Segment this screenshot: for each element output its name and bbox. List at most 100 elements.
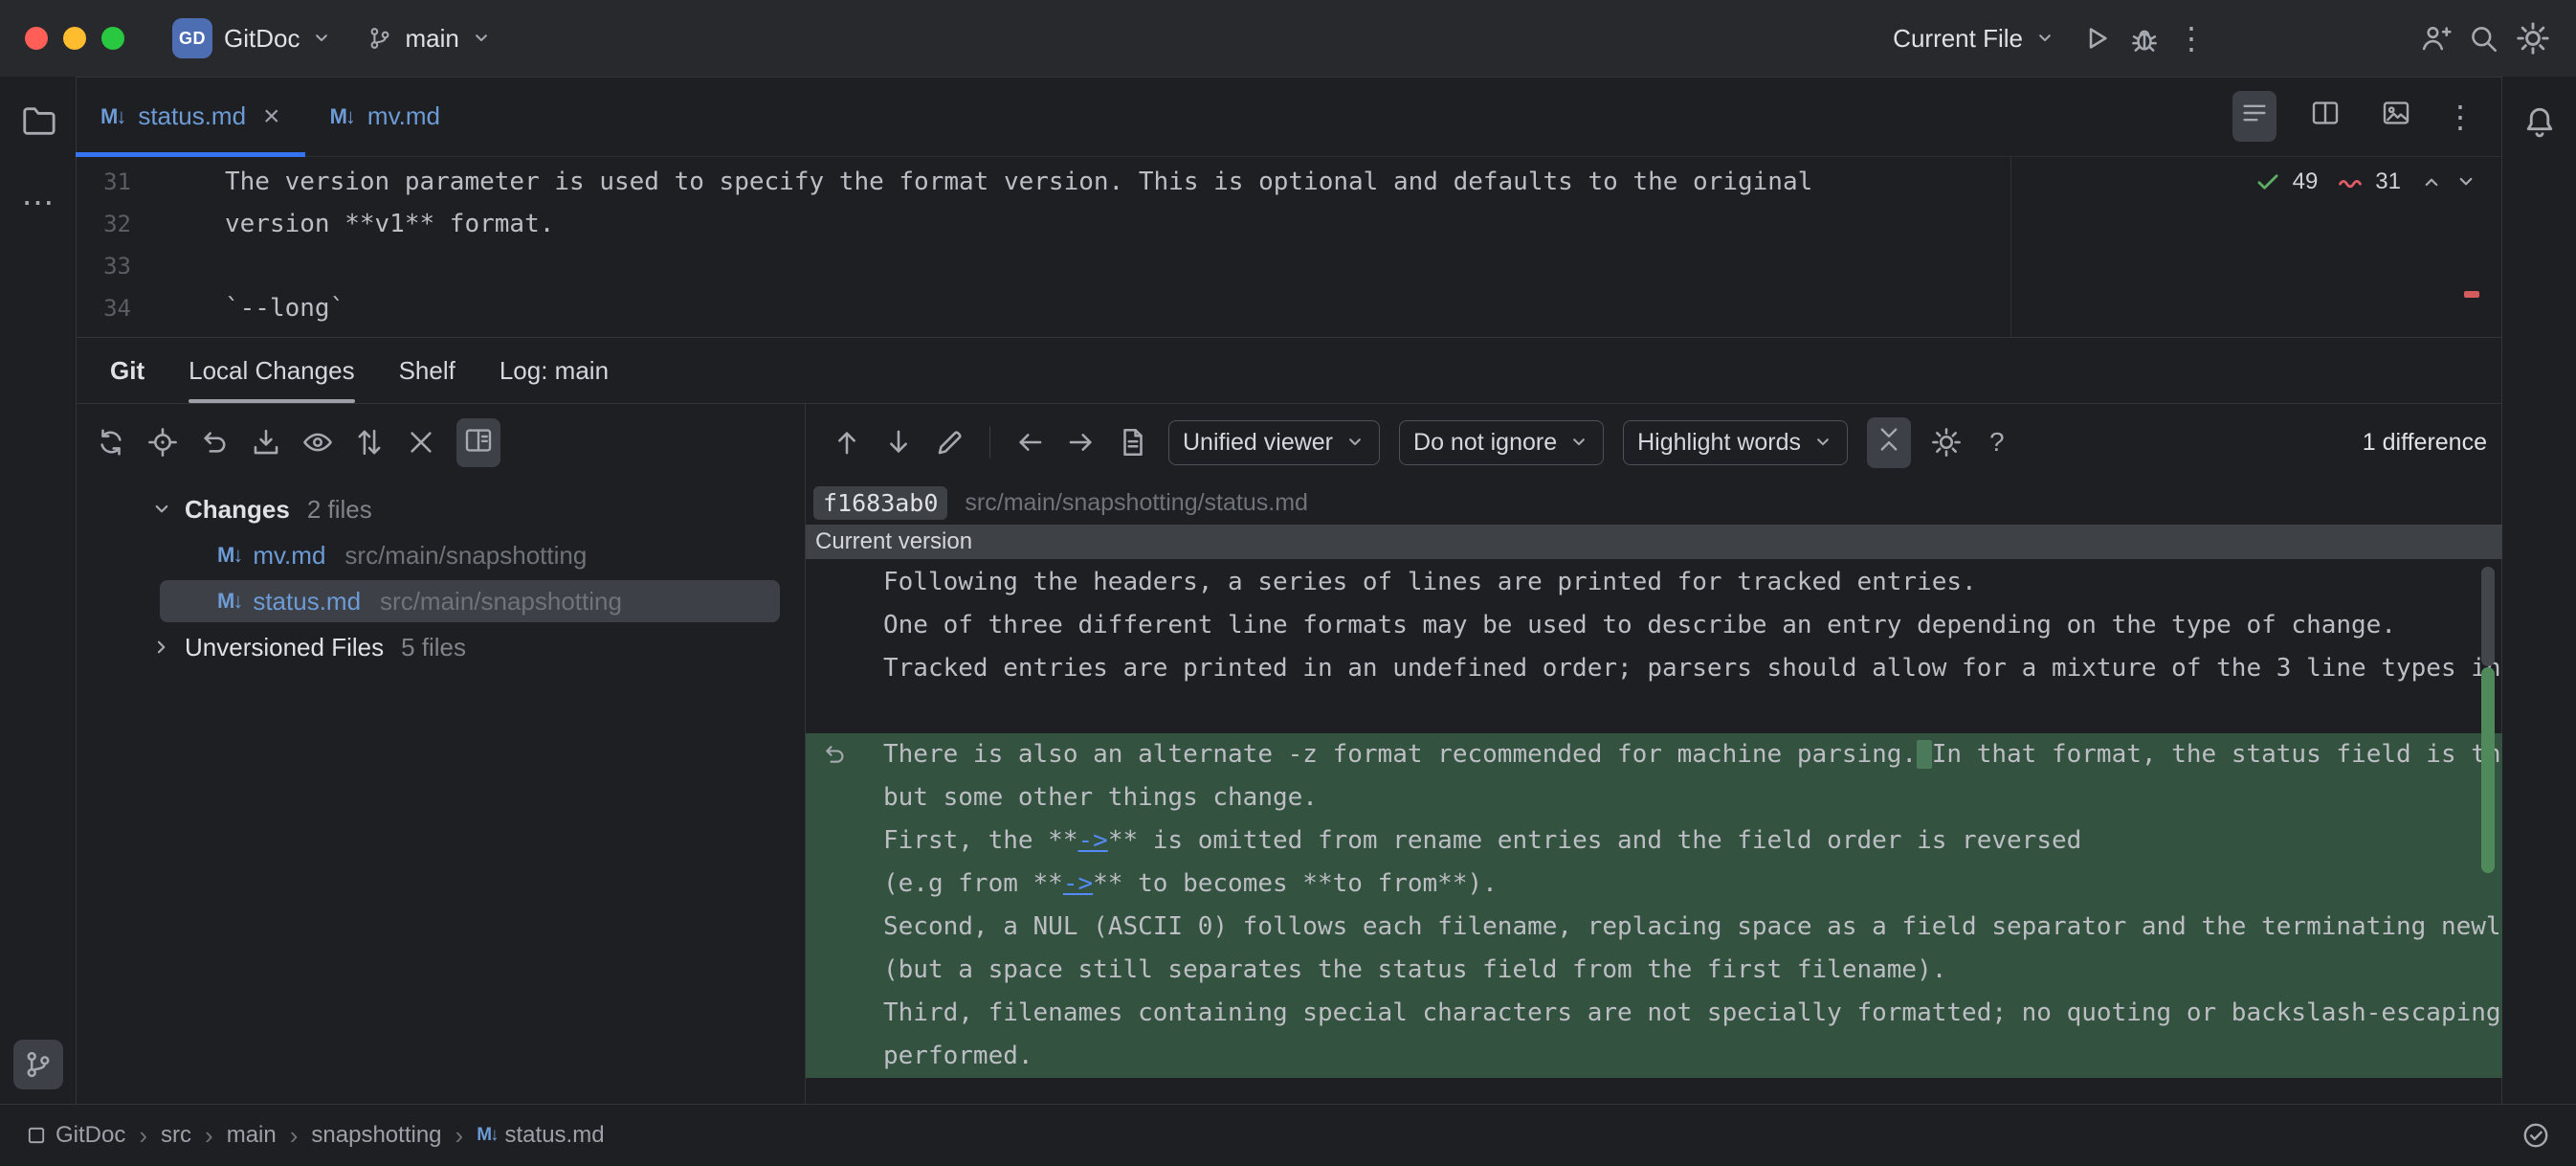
jump-to-source-button[interactable]: [1117, 426, 1149, 459]
branch-widget[interactable]: main: [357, 16, 500, 61]
help-button[interactable]: ?: [1982, 427, 2012, 458]
chevron-right-icon[interactable]: [150, 636, 173, 659]
status-indicator-icon[interactable]: [2520, 1120, 2551, 1151]
git-tool-button[interactable]: [13, 1040, 63, 1089]
shelve-icon[interactable]: [250, 426, 282, 459]
code-text[interactable]: The version parameter is used to specify…: [131, 161, 1812, 203]
editor-line[interactable]: 32version **v1** format.: [76, 203, 2502, 245]
notifications-button[interactable]: [2515, 98, 2565, 147]
code-text[interactable]: version **v1** format.: [131, 203, 554, 245]
diff-settings-gear-icon[interactable]: [1930, 426, 1963, 459]
folder-icon: [20, 102, 56, 139]
back-button[interactable]: [1013, 426, 1046, 459]
viewer-mode-dropdown[interactable]: Unified viewer: [1168, 420, 1380, 465]
collapse-all-icon[interactable]: [405, 426, 437, 459]
chevron-down-icon[interactable]: [150, 498, 173, 521]
locate-icon[interactable]: [146, 426, 179, 459]
forward-button[interactable]: [1065, 426, 1098, 459]
breadcrumb-label: GitDoc: [56, 1122, 125, 1149]
diff-change-stripe[interactable]: [2481, 667, 2495, 873]
warning-count: 31: [2375, 168, 2401, 195]
code-text[interactable]: `--long`: [131, 287, 344, 329]
expand-all-icon[interactable]: [353, 426, 386, 459]
diff-text-segment: [1917, 740, 1932, 769]
edit-source-button[interactable]: [934, 426, 966, 459]
collapse-unchanged-toggle[interactable]: [1867, 417, 1911, 468]
breadcrumb-src[interactable]: src: [161, 1122, 191, 1149]
project-tool-button[interactable]: [13, 96, 63, 146]
breadcrumb-file[interactable]: M↓ status.md: [477, 1122, 604, 1149]
line-number: 33: [76, 245, 131, 287]
right-tool-stripe: [2501, 77, 2576, 1105]
more-tool-windows-button[interactable]: ⋯: [13, 178, 63, 228]
editor-options-button[interactable]: ⋮: [2445, 101, 2476, 132]
breadcrumb-project[interactable]: GitDoc: [25, 1122, 125, 1149]
previous-problem-icon[interactable]: [2420, 170, 2443, 193]
bell-icon: [2521, 104, 2558, 141]
commit-hash[interactable]: f1683ab0: [813, 486, 947, 520]
previous-difference-button[interactable]: [831, 426, 863, 459]
diff-scrollbar-thumb[interactable]: [2481, 567, 2495, 666]
search-everywhere-button[interactable]: [2467, 22, 2499, 55]
git-branch-icon: [22, 1048, 55, 1081]
difference-count: 1 difference: [2363, 429, 2487, 457]
editor-line[interactable]: 31 The version parameter is used to speci…: [76, 161, 2502, 203]
tab-shelf[interactable]: Shelf: [399, 338, 455, 403]
changes-root-row[interactable]: Changes 2 files: [76, 486, 805, 532]
editor[interactable]: 31 The version parameter is used to speci…: [76, 157, 2502, 338]
diff-text-segment: performed.: [883, 1042, 1033, 1070]
md-editor-only-toggle[interactable]: [2232, 91, 2276, 142]
breadcrumb-snapshotting[interactable]: snapshotting: [311, 1122, 441, 1149]
settings-gear-icon[interactable]: [2515, 20, 2551, 56]
preview-diff-toggle[interactable]: [456, 418, 500, 467]
file-row-mv-md[interactable]: M↓ mv.md src/main/snapshotting: [76, 532, 805, 578]
tab-local-changes[interactable]: Local Changes: [189, 338, 354, 403]
breadcrumb-main[interactable]: main: [227, 1122, 277, 1149]
file-name: mv.md: [253, 541, 325, 571]
toolwindow-title: Git: [110, 356, 144, 386]
tab-log-main[interactable]: Log: main: [500, 338, 609, 403]
run-button[interactable]: [2080, 22, 2113, 55]
refresh-icon[interactable]: [95, 426, 127, 459]
markdown-link[interactable]: ->: [1063, 869, 1093, 898]
next-problem-icon[interactable]: [2454, 170, 2477, 193]
file-name: status.md: [253, 587, 361, 617]
preview-eye-icon[interactable]: [301, 426, 334, 459]
next-difference-button[interactable]: [882, 426, 915, 459]
revert-change-icon[interactable]: [821, 741, 848, 768]
zoom-window-button[interactable]: [101, 27, 124, 50]
ignore-policy-dropdown[interactable]: Do not ignore: [1399, 420, 1604, 465]
tab-mv-md[interactable]: M↓ mv.md: [305, 77, 465, 156]
markdown-file-icon: M↓: [477, 1125, 497, 1146]
editor-line-list: 31 The version parameter is used to speci…: [76, 161, 2502, 329]
code-with-me-button[interactable]: [2419, 22, 2452, 55]
run-configuration-selector[interactable]: Current File: [1883, 16, 2065, 61]
preview-image-icon: [2381, 98, 2411, 128]
diff-content[interactable]: Following the headers, a series of lines…: [806, 559, 2502, 1105]
editor-line[interactable]: 34`--long`: [76, 287, 2502, 329]
project-widget[interactable]: GD GitDoc: [163, 11, 342, 66]
debug-button[interactable]: [2128, 22, 2161, 55]
error-stripe-mark[interactable]: [2464, 291, 2479, 298]
unversioned-files-row[interactable]: Unversioned Files 5 files: [76, 624, 805, 670]
highlight-policy-dropdown[interactable]: Highlight words: [1623, 420, 1848, 465]
diff-text-segment: Second, a NUL (ASCII 0) follows each fil…: [883, 912, 2501, 941]
diff-toolbar: Unified viewer Do not ignore Highlight w…: [806, 404, 2502, 481]
changes-toolbar: [76, 404, 805, 481]
minimize-window-button[interactable]: [63, 27, 86, 50]
markdown-link[interactable]: ->: [1078, 826, 1108, 855]
close-window-button[interactable]: [25, 27, 48, 50]
tab-status-md[interactable]: M↓ status.md ×: [76, 77, 305, 156]
file-row-status-md[interactable]: M↓ status.md src/main/snapshotting: [76, 578, 805, 624]
code-text[interactable]: [131, 245, 225, 287]
md-split-view-toggle[interactable]: [2303, 91, 2347, 142]
inspections-widget[interactable]: 49 31: [2254, 168, 2477, 195]
close-tab-icon[interactable]: ×: [263, 102, 280, 131]
md-preview-toggle[interactable]: [2374, 91, 2418, 142]
diff-context-line: Following the headers, a series of lines…: [806, 561, 2502, 604]
rollback-icon[interactable]: [198, 426, 231, 459]
editor-line[interactable]: 33: [76, 245, 2502, 287]
more-actions-button[interactable]: ⋮: [2176, 23, 2207, 54]
typo-squiggle-icon: [2337, 168, 2364, 195]
project-square-icon: [25, 1124, 48, 1147]
